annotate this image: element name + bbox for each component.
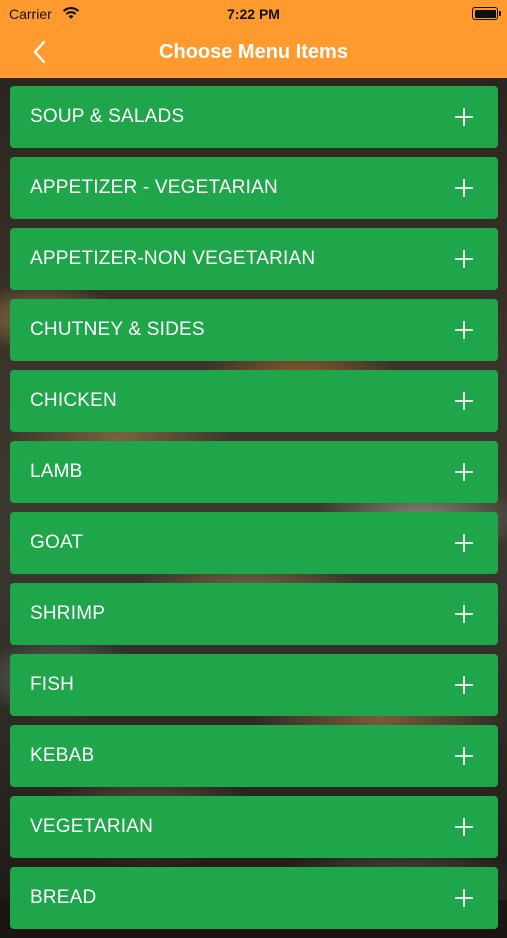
- menu-category-row[interactable]: SOUP & SALADS: [10, 86, 498, 148]
- menu-category-row[interactable]: LAMB: [10, 441, 498, 503]
- plus-icon[interactable]: [454, 888, 474, 908]
- menu-category-label: SHRIMP: [30, 603, 106, 624]
- menu-category-label: SOUP & SALADS: [30, 106, 185, 127]
- menu-category-label: APPETIZER-NON VEGETARIAN: [30, 248, 316, 269]
- plus-icon[interactable]: [454, 817, 474, 837]
- menu-category-label: BREAD: [30, 887, 97, 908]
- menu-category-label: APPETIZER - VEGETARIAN: [30, 177, 278, 198]
- menu-category-label: LAMB: [30, 461, 83, 482]
- menu-category-row[interactable]: CHICKEN: [10, 370, 498, 432]
- menu-category-label: FISH: [30, 674, 75, 695]
- menu-category-row[interactable]: VEGETARIAN: [10, 796, 498, 858]
- plus-icon[interactable]: [454, 746, 474, 766]
- menu-category-label: CHICKEN: [30, 390, 117, 411]
- menu-category-row[interactable]: SHRIMP: [10, 583, 498, 645]
- plus-icon[interactable]: [454, 107, 474, 127]
- menu-category-label: VEGETARIAN: [30, 816, 154, 837]
- status-bar: Carrier 7:22 PM: [0, 0, 507, 28]
- plus-icon[interactable]: [454, 462, 474, 482]
- battery-icon: [472, 7, 501, 20]
- status-time: 7:22 PM: [227, 6, 280, 22]
- plus-icon[interactable]: [454, 604, 474, 624]
- plus-icon[interactable]: [454, 249, 474, 269]
- page-title: Choose Menu Items: [159, 41, 348, 63]
- plus-icon[interactable]: [454, 391, 474, 411]
- plus-icon[interactable]: [454, 178, 474, 198]
- menu-category-row[interactable]: FISH: [10, 654, 498, 716]
- menu-category-label: KEBAB: [30, 745, 95, 766]
- menu-category-row[interactable]: APPETIZER - VEGETARIAN: [10, 157, 498, 219]
- plus-icon[interactable]: [454, 533, 474, 553]
- navigation-bar: Choose Menu Items: [0, 28, 507, 78]
- menu-category-row[interactable]: GOAT: [10, 512, 498, 574]
- plus-icon[interactable]: [454, 675, 474, 695]
- menu-category-row[interactable]: BREAD: [10, 867, 498, 929]
- menu-category-label: CHUTNEY & SIDES: [30, 319, 205, 340]
- plus-icon[interactable]: [454, 320, 474, 340]
- menu-category-row[interactable]: KEBAB: [10, 725, 498, 787]
- menu-category-list: SOUP & SALADS APPETIZER - VEGETARIAN APPET…: [10, 86, 498, 938]
- menu-category-row[interactable]: CHUTNEY & SIDES: [10, 299, 498, 361]
- menu-category-label: GOAT: [30, 532, 84, 553]
- menu-category-row[interactable]: APPETIZER-NON VEGETARIAN: [10, 228, 498, 290]
